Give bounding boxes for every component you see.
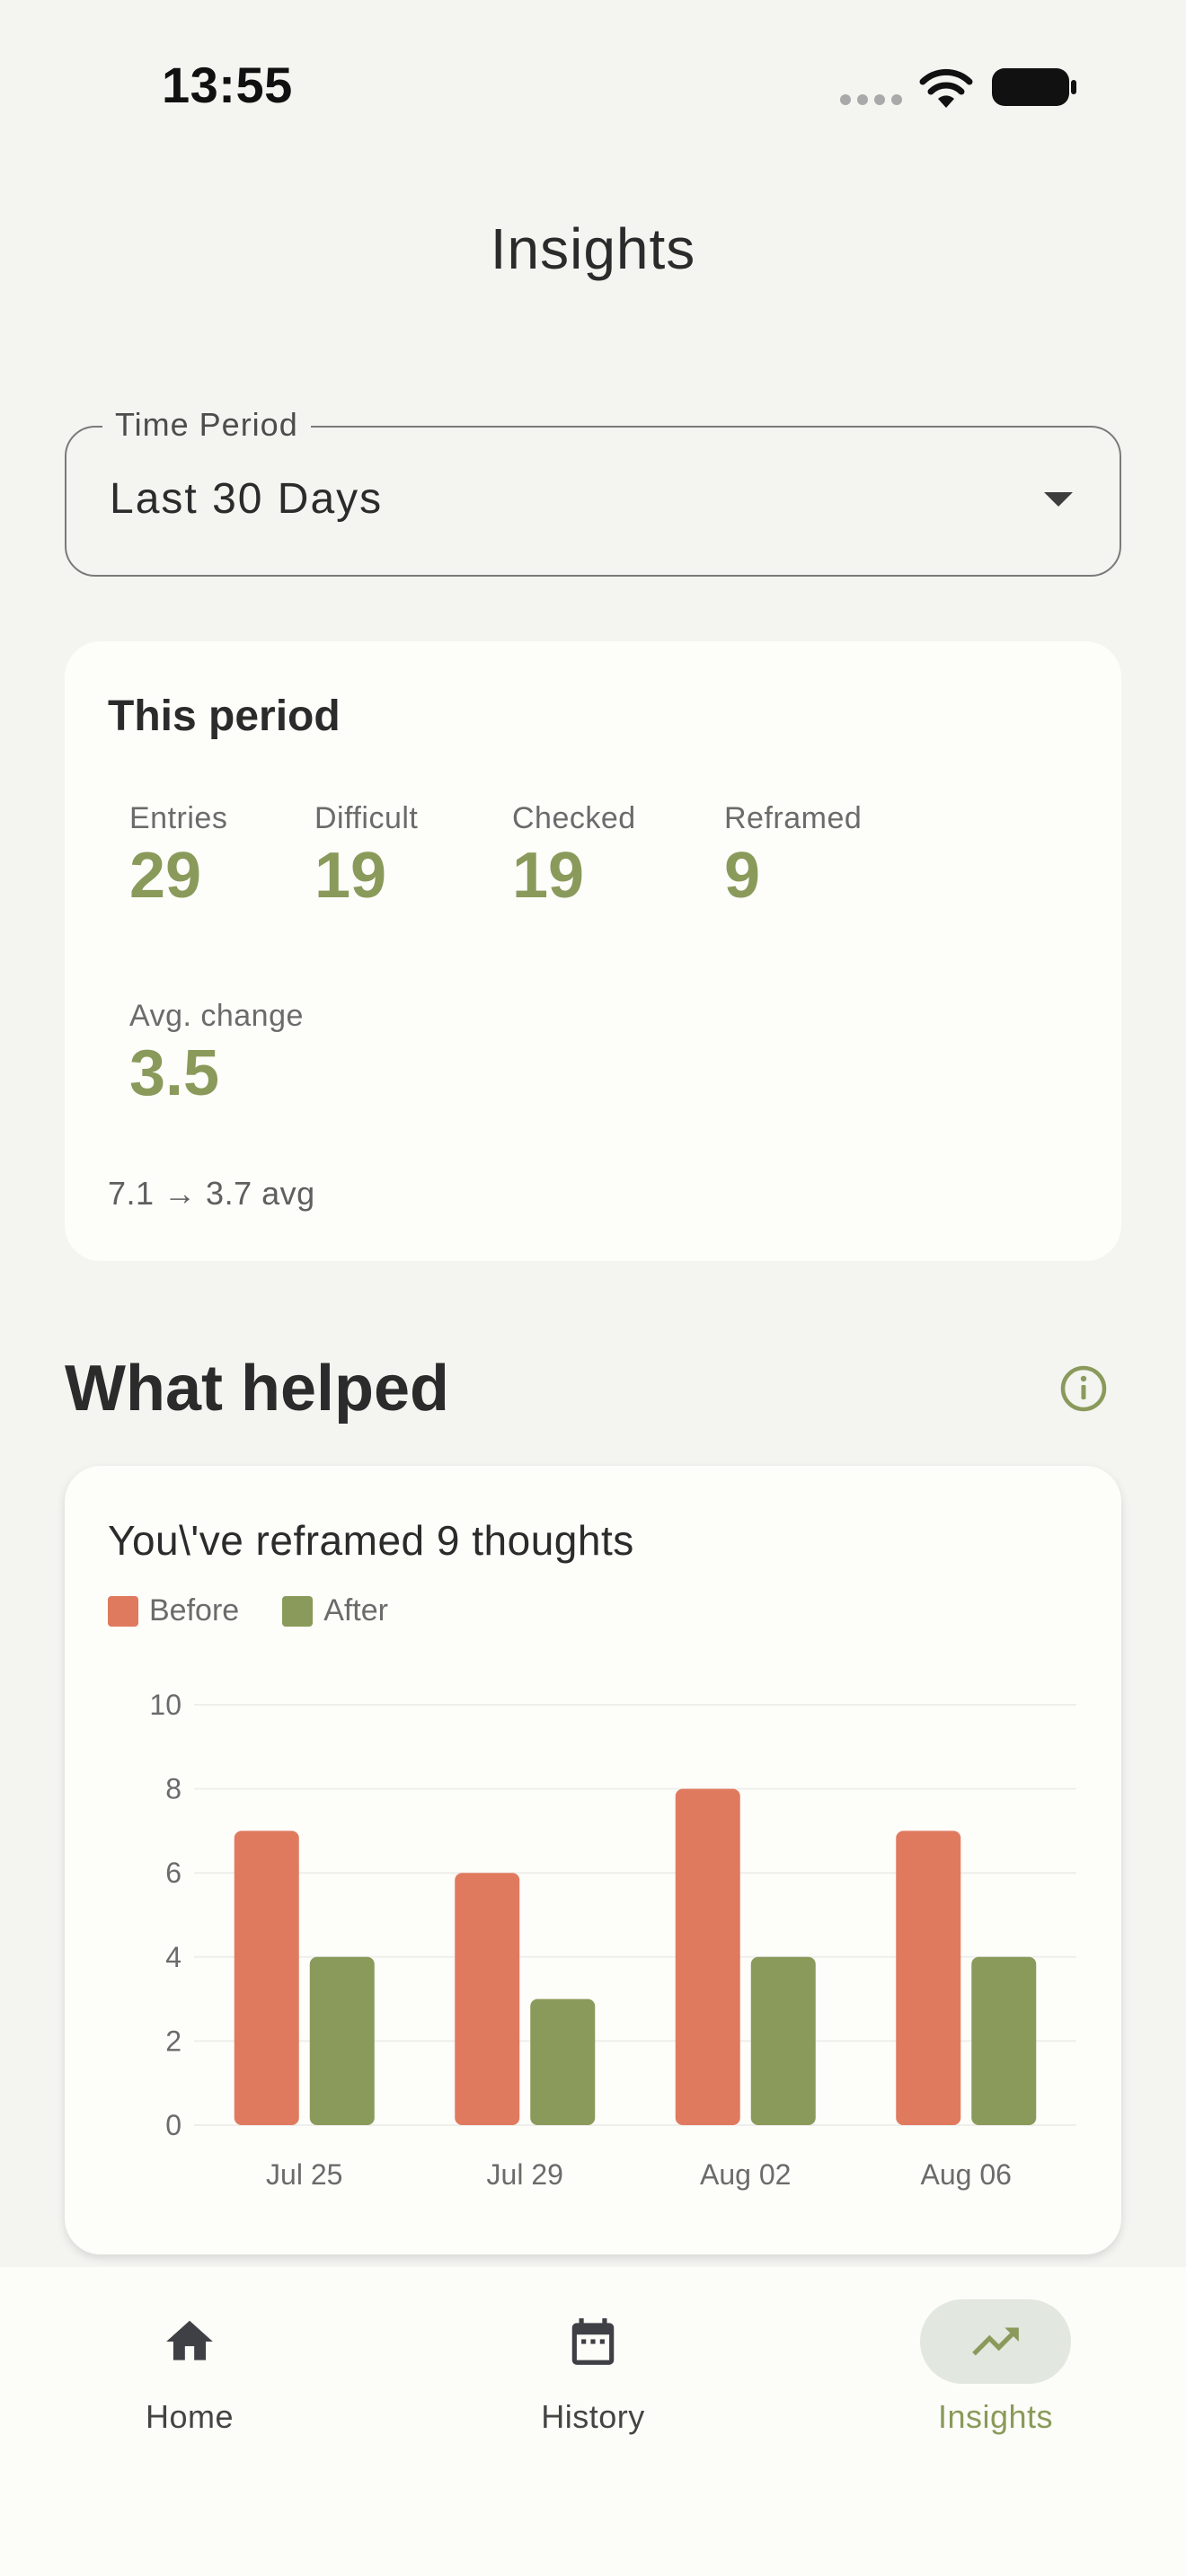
insights-screen: 13:55 Insights Time Period Last 30 Days … [0,0,1186,2576]
y-tick-label: 10 [149,1689,181,1721]
stat-value: 3.5 [129,1037,220,1109]
y-tick-label: 6 [165,1857,181,1889]
bar-after [971,1956,1037,2125]
bar-before [675,1788,740,2125]
stat-label: Avg. change [129,999,304,1033]
bar-after [530,1998,596,2125]
stat-label: Difficult [314,801,419,835]
stat-value: 29 [129,840,202,912]
y-tick-label: 4 [165,1941,181,1973]
avg-change-note: 7.1 → 3.7 avg [108,1175,315,1212]
stat-label: Entries [129,801,228,835]
home-icon [166,2320,213,2360]
bar-before [455,1873,520,2125]
time-period-select[interactable]: Time Period Last 30 Days [65,406,1121,577]
x-tick-label: Aug 06 [921,2158,1012,2191]
wifi-icon [919,68,973,108]
nav-label-home: Home [145,2398,235,2435]
calendar-icon [571,2318,615,2365]
bar-after [309,1956,375,2125]
y-tick-label: 0 [165,2109,181,2141]
reframe-chart-card: You\'ve reframed 9 thoughts Before After… [65,1466,1121,2254]
y-tick-label: 2 [165,2025,181,2057]
summary-heading: This period [108,693,341,740]
caret-down-icon [1044,492,1073,507]
stat-entries: Entries 29 [129,801,227,908]
stat-value: 19 [512,840,585,912]
y-tick-label: 8 [165,1773,181,1805]
time-period-value: Last 30 Days [110,475,384,523]
info-icon[interactable] [1058,1363,1109,1414]
status-time: 13:55 [162,57,293,113]
trending-up-icon [972,2327,1019,2356]
stat-label: Reframed [724,801,863,835]
stat-checked: Checked 19 [512,801,636,908]
bottom-navigation: Home History Insights [0,2267,1186,2576]
nav-label-history: History [541,2398,645,2435]
stat-value: 19 [314,840,387,912]
time-period-label: Time Period [102,406,311,444]
x-tick-label: Jul 29 [487,2158,563,2191]
x-tick-label: Aug 02 [700,2158,791,2191]
bar-before [234,1831,299,2125]
stat-label: Checked [512,801,636,835]
bar-after [750,1956,816,2125]
bar-before [896,1831,961,2125]
x-tick-label: Jul 25 [266,2158,342,2191]
stat-difficult: Difficult 19 [314,801,418,908]
nav-pill-insights [920,2299,1071,2384]
stat-reframed: Reframed 9 [724,801,862,908]
nav-pill-history [518,2299,668,2384]
what-helped-title: What helped [65,1353,449,1425]
stat-value: 9 [724,840,761,912]
before-after-bar-chart: 0 2 4 6 8 10 Jul 25 Jul 29 Aug 02 Aug 06 [149,1689,1076,2191]
battery-icon [992,68,1076,106]
status-bar: 13:55 [0,0,1186,171]
nav-pill-home [114,2299,265,2384]
nav-label-insights: Insights [937,2398,1054,2435]
nav-item-home[interactable]: Home [73,2299,306,2436]
page-title: Insights [490,216,696,281]
cellular-signal-icon [840,94,902,105]
stat-avg-change: Avg. change 3.5 [129,999,304,1106]
nav-item-insights[interactable]: Insights [879,2299,1112,2436]
nav-item-history[interactable]: History [476,2299,710,2436]
period-summary-card: This period Entries 29 Difficult 19 Chec… [65,641,1121,1261]
